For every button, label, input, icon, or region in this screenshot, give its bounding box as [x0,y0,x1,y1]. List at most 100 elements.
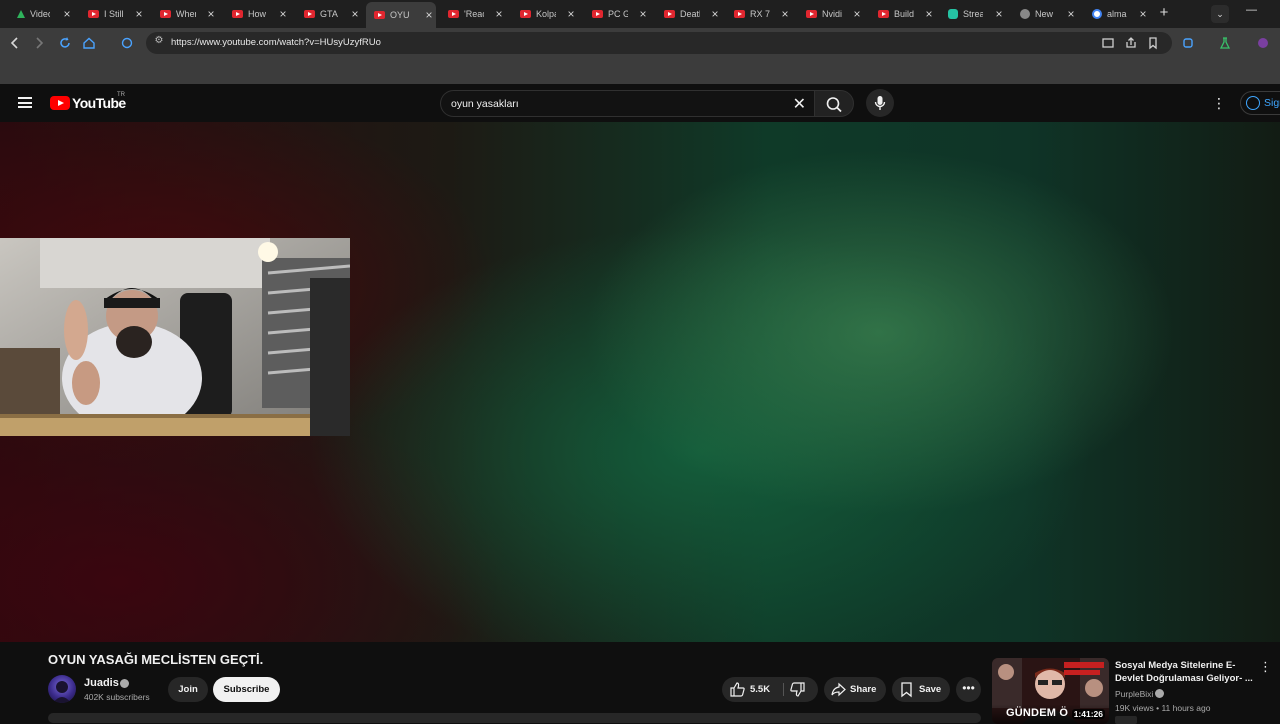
browser-tab[interactable]: New T × [1012,3,1078,25]
youtube-icon [374,11,385,19]
browser-tab[interactable]: Nvidi × [798,3,864,25]
share-button[interactable]: Share [824,677,886,702]
youtube-icon [520,10,531,18]
close-tab-icon[interactable]: × [564,7,578,21]
recommended-video-meta: 19K views • 11 hours ago [1115,703,1211,713]
browser-tab[interactable]: alman × [1084,3,1150,25]
dislike-thumb-down-icon[interactable] [789,681,806,703]
home-icon[interactable] [80,34,98,52]
like-dislike-group: 5.5K [722,677,818,702]
channel-name[interactable]: Juadis [84,677,119,689]
search-input[interactable]: oyun yasakları ✕ [440,90,814,117]
video-title: OYUN YASAĞI MECLİSTEN GEÇTİ. [48,652,264,667]
close-tab-icon[interactable]: × [492,7,506,21]
close-tab-icon[interactable]: × [204,7,218,21]
like-count[interactable]: 5.5K [750,684,770,695]
google-icon [1092,9,1102,19]
save-bookmark-icon [898,681,915,701]
save-button[interactable]: Save [892,677,950,702]
browser-tab-label: When [176,9,196,19]
recommended-video-title[interactable]: Sosyal Medya Sitelerine E-Devlet Doğrula… [1115,659,1255,685]
subscriber-count: 402K subscribers [84,692,150,702]
more-actions-icon[interactable]: ••• [956,677,981,702]
share-label: Share [850,684,877,695]
youtube-icon [806,10,817,18]
url-text: https://www.youtube.com/watch?v=HUsyUzyf… [171,37,381,48]
sign-in-button[interactable]: Sign in [1240,91,1280,115]
subscribe-button[interactable]: Subscribe [213,677,280,702]
video-duration: 1:41:26 [1071,709,1105,719]
browser-tab[interactable]: Death × [656,3,722,25]
youtube-icon [304,10,315,18]
close-tab-icon[interactable]: × [922,7,936,21]
bookmark-star-icon[interactable] [1144,34,1162,52]
browser-tab[interactable]: Strear × [940,3,1006,25]
youtube-icon [878,10,889,18]
close-tab-icon[interactable]: × [850,7,864,21]
close-tab-icon[interactable]: × [60,7,74,21]
browser-tab[interactable]: When × [152,3,218,25]
browser-tab[interactable]: Buildi × [870,3,936,25]
settings-more-icon[interactable]: ⋮ [1212,95,1226,111]
browser-tab[interactable]: GTA 5 × [296,3,362,25]
share-page-icon[interactable] [1122,34,1140,52]
browser-tab[interactable]: How T × [224,3,290,25]
recommended-verified-icon [1155,689,1164,698]
browser-tab[interactable]: RX 79 × [726,3,792,25]
close-tab-icon[interactable]: × [1136,7,1150,21]
recommended-more-icon[interactable]: ⋮ [1259,659,1272,675]
extensions-icon[interactable] [1179,34,1197,52]
extension-puzzle-icon[interactable] [118,34,136,52]
close-tab-icon[interactable]: × [1064,7,1078,21]
site-info-icon[interactable]: ⚙ [152,35,166,46]
search-button[interactable] [814,90,854,117]
browser-tab[interactable]: 'Reac × [440,3,506,25]
window-minimize-icon[interactable]: — [1246,4,1257,16]
description-box[interactable] [48,713,981,723]
install-app-icon[interactable] [1099,34,1117,52]
browser-tab-label: PC Ga [608,9,628,19]
back-arrow-icon[interactable] [6,34,24,52]
browser-tab[interactable]: Video × [8,3,74,25]
close-tab-icon[interactable]: × [276,7,290,21]
video-player[interactable] [0,122,1280,642]
recommended-video-thumbnail[interactable]: GÜNDEM Ö 1:41:26 [992,658,1109,724]
guide-menu-icon[interactable] [18,97,32,108]
new-badge [1115,716,1137,724]
address-bar[interactable]: ⚙ https://www.youtube.com/watch?v=HUsyUz… [146,32,1172,54]
globe-icon [1020,9,1030,19]
close-tab-icon[interactable]: × [992,7,1006,21]
labs-flask-icon[interactable] [1216,34,1234,52]
close-tab-icon[interactable]: × [348,7,362,21]
chat-icon [948,9,958,19]
profile-avatar-icon[interactable] [1254,34,1272,52]
new-tab-plus-icon[interactable]: + [1156,4,1172,21]
youtube-icon [734,10,745,18]
close-tab-icon[interactable]: × [778,7,792,21]
close-tab-icon[interactable]: × [708,7,722,21]
close-tab-icon[interactable]: × [422,8,436,22]
close-tab-icon[interactable]: × [636,7,650,21]
forward-arrow-icon[interactable] [30,34,48,52]
close-tab-icon[interactable]: × [132,7,146,21]
clear-search-icon[interactable]: ✕ [793,94,806,114]
browser-tab[interactable]: PC Ga × [584,3,650,25]
like-thumb-up-icon[interactable] [729,681,746,703]
join-button[interactable]: Join [168,677,208,702]
share-arrow-icon [830,681,847,701]
browser-tab-label: Strear [963,9,983,19]
youtube-logo[interactable]: YouTube TR [50,92,126,111]
browser-tab-label: Nvidi [822,9,842,19]
browser-tab[interactable]: I Still × [80,3,146,25]
browser-tab[interactable]: OYUN × [366,2,436,28]
like-divider [783,683,784,696]
browser-tab-label: Video [30,9,50,19]
browser-tab[interactable]: Kolpa × [512,3,578,25]
tab-search-chevron-icon[interactable]: ⌄ [1211,5,1229,23]
youtube-icon [160,10,171,18]
youtube-icon [448,10,459,18]
channel-avatar[interactable] [48,675,76,703]
reload-icon[interactable] [56,34,74,52]
recommended-channel-name[interactable]: PurpleBixi [1115,689,1153,699]
voice-search-button[interactable] [866,89,894,117]
